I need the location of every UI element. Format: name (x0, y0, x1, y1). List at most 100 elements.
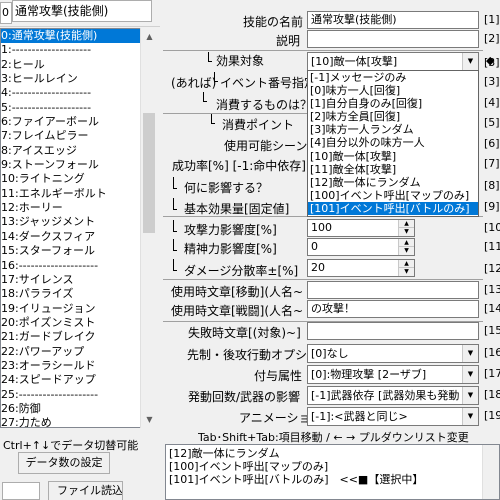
row-number: [17] (484, 367, 500, 380)
dropdown-option[interactable]: [11]敵全体[攻撃] (308, 163, 478, 176)
skill-list-scrollbar[interactable]: ▲ ▼ (140, 28, 157, 428)
chevron-down-icon[interactable]: ▼ (462, 387, 478, 404)
divider (163, 50, 483, 51)
tab-left[interactable]: 0 (0, 2, 12, 24)
spin-down-icon[interactable]: ▼ (398, 268, 414, 276)
dropdown-option[interactable]: [2]味方全員[回復] (308, 110, 478, 123)
chevron-down-icon[interactable]: ▼ (462, 53, 478, 70)
scroll-down-icon[interactable]: ▼ (141, 411, 158, 428)
skill-list-item[interactable]: 5:-------------------- (1, 101, 156, 115)
row-number: [16] (484, 346, 500, 359)
animation-select[interactable]: [-1]:<武器と同じ> ▼ (307, 407, 479, 426)
skill-list-item[interactable]: 20:ポイズンミスト (1, 316, 156, 330)
indent-mark (173, 220, 177, 232)
tab-skill-name[interactable]: 通常攻撃(技能側) (12, 0, 152, 22)
memo-scrollbar[interactable] (482, 445, 499, 499)
skill-list-item[interactable]: 8:アイスエッジ (1, 144, 156, 158)
memo-line: [12]敵一体にランダム (169, 447, 280, 460)
skill-list-item[interactable]: 7:フレイムピラー (1, 129, 156, 143)
row-number: [8] (484, 179, 500, 192)
use-text-move-label: 使用時文章[移動](人名~ (171, 285, 304, 299)
dropdown-option[interactable]: [101]イベント呼出[バトルのみ] (308, 201, 478, 216)
skill-list-item[interactable]: 12:ホーリー (1, 201, 156, 215)
damage-variance-field[interactable]: 20 ▲ ▼ (307, 259, 415, 277)
skill-list-item[interactable]: 10:ライトニング (1, 172, 156, 186)
skill-list-item[interactable]: 25:-------------------- (1, 388, 156, 402)
skill-list-item[interactable]: 2:ヒール (1, 58, 156, 72)
skill-list-item[interactable]: 14:ダークスフィア (1, 230, 156, 244)
first-last-select[interactable]: [0]なし ▼ (307, 344, 479, 363)
spin-down-icon[interactable]: ▼ (398, 228, 414, 236)
skill-list-item[interactable]: 24:スピードアップ (1, 373, 156, 387)
description-field[interactable] (307, 30, 479, 48)
dropdown-option[interactable]: [10]敵一体[攻撃] (308, 150, 478, 163)
effect-target-select[interactable]: [10]敵一体[攻撃] ▼ (307, 52, 479, 71)
skill-list-item[interactable]: 1:-------------------- (1, 43, 156, 57)
usable-scene-label: 使用可能シーン (224, 139, 308, 153)
dropdown-option[interactable]: [12]敵一体にランダム (308, 176, 478, 189)
skill-list-item[interactable]: 18:パラライズ (1, 287, 156, 301)
dropdown-option[interactable]: [4]自分以外の味方一人 (308, 136, 478, 149)
skill-list-item[interactable]: 19:イリュージョン (1, 302, 156, 316)
spin-up-icon[interactable]: ▲ (398, 239, 414, 247)
affect-label: 何に影響する？ (184, 181, 269, 195)
skill-list-item[interactable]: 4:-------------------- (1, 86, 156, 100)
switch-hint: Ctrl+↑↓でデータ切替可能 (3, 439, 139, 452)
mind-influence-label: 精神力影響度[%] (184, 242, 277, 256)
spin-down-icon[interactable]: ▼ (398, 247, 414, 255)
fail-text-label: 失敗時文章[(対象)~] (188, 326, 301, 340)
attribute-select[interactable]: [0]:物理攻撃 [2ーザブ] ▼ (307, 365, 479, 384)
indent-mark (211, 114, 215, 124)
spin-up-icon[interactable]: ▲ (398, 260, 414, 268)
weapon-effect-select[interactable]: [-1]武器依存 [武器効果も発動 ▼ (307, 386, 479, 405)
divider (163, 113, 307, 114)
attack-influence-field[interactable]: 100 ▲ ▼ (307, 219, 415, 237)
effect-target-dropdown[interactable]: [-1]メッセージのみ [0]味方一人[回復] [1]自分自身のみ[回復] [2]味方… (307, 70, 479, 217)
dropdown-option[interactable]: [0]味方一人[回復] (308, 84, 478, 97)
tab-file-load[interactable]: ファイル読込 (48, 481, 123, 500)
row-number: [4] (484, 96, 500, 109)
chevron-down-icon[interactable]: ▼ (462, 408, 478, 425)
skill-list-item[interactable]: 21:ガードブレイク (1, 330, 156, 344)
indent-mark (173, 239, 177, 251)
use-text-battle-field[interactable]: の攻撃！ (307, 300, 479, 318)
damage-variance-value: 20 (311, 261, 325, 274)
scroll-thumb[interactable] (143, 113, 155, 233)
chevron-down-icon[interactable]: ▼ (462, 345, 478, 362)
skill-list-item[interactable]: 22:パワーアップ (1, 345, 156, 359)
skill-list-item[interactable]: 11:エネルギーボルト (1, 187, 156, 201)
row-number: [12] (484, 262, 500, 275)
dropdown-option[interactable]: [100]イベント呼出[マップのみ] (308, 189, 478, 202)
skill-list-item[interactable]: 6:ファイアーボール (1, 115, 156, 129)
skill-list-item[interactable]: 17:サイレンス (1, 273, 156, 287)
use-text-move-field[interactable] (307, 281, 479, 299)
spin-up-icon[interactable]: ▲ (398, 220, 414, 228)
skill-list-item[interactable]: 16:-------------------- (1, 259, 156, 273)
selection-memo[interactable]: [12]敵一体にランダム [100]イベント呼出[マップのみ] [101]イベント呼… (165, 444, 500, 500)
skill-name-field[interactable]: 通常攻撃(技能側) (307, 11, 479, 29)
skill-list-item[interactable]: 13:ジャッジメント (1, 215, 156, 229)
dropdown-option[interactable]: [1]自分自身のみ[回復] (308, 97, 478, 110)
skill-list-item[interactable]: 23:オーラシールド (1, 359, 156, 373)
skill-list[interactable]: 0:通常攻撃(技能側) 1:-------------------- 2:ヒール 3:… (0, 28, 157, 428)
skill-list-item[interactable]: 3:ヒールレイン (1, 72, 156, 86)
skill-list-item[interactable]: 27:力ため (1, 416, 156, 427)
status-line: Tab･Shift+Tab:項目移動 / ← → プルダウンリスト変更 (198, 431, 469, 444)
row-number: [2] (484, 32, 500, 45)
skill-list-item[interactable]: 15:スターフォール (1, 244, 156, 258)
tab-blank[interactable] (2, 482, 40, 500)
skill-list-item[interactable]: 26:防御 (1, 402, 156, 416)
dropdown-option[interactable]: [3]味方一人ランダム (308, 123, 478, 136)
indent-mark (203, 92, 207, 102)
consume-label: 消費するものは？ (216, 98, 313, 112)
data-count-button[interactable]: データ数の設定 (18, 452, 110, 474)
chevron-down-icon[interactable]: ▼ (462, 366, 478, 383)
skill-list-item[interactable]: 0:通常攻撃(技能側) (1, 29, 156, 44)
dropdown-option[interactable]: [-1]メッセージのみ (308, 71, 478, 84)
row-number: [14] (484, 302, 500, 315)
skill-list-item[interactable]: 9:ストーンフォール (1, 158, 156, 172)
event-number-label: イベント番号指定 (220, 76, 317, 90)
fail-text-field[interactable] (307, 322, 479, 340)
mind-influence-field[interactable]: 0 ▲ ▼ (307, 238, 415, 256)
scroll-up-icon[interactable]: ▲ (141, 28, 158, 45)
